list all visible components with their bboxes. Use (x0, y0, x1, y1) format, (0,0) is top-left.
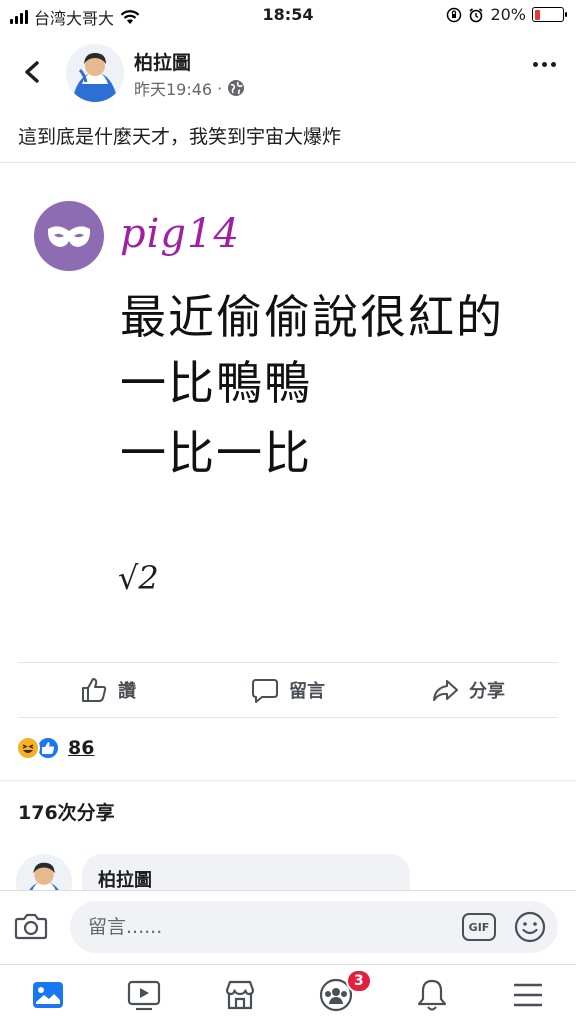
comment-composer: GIF (0, 890, 576, 964)
battery-percent: 20% (490, 5, 526, 24)
nav-groups[interactable]: 3 (288, 965, 384, 1024)
brand-label: pig14 (120, 211, 240, 257)
globe-icon (228, 80, 245, 96)
more-horizontal-icon (533, 62, 538, 67)
image-signature: √2 (118, 559, 159, 597)
menu-icon (514, 983, 542, 1006)
reaction-count[interactable]: 86 (68, 737, 94, 759)
post-header: 柏拉圖 昨天19:46 · (0, 38, 576, 110)
comment-author[interactable]: 柏拉圖 (98, 866, 152, 892)
meta-separator: · (217, 78, 223, 98)
comment-input[interactable] (88, 913, 448, 941)
avatar-image (66, 44, 124, 102)
comment-button[interactable]: 留言 (198, 663, 378, 717)
status-bar: 台湾大哥大 18:54 20% (0, 0, 576, 30)
share-label: 分享 (469, 681, 505, 702)
watch-icon (127, 980, 161, 1010)
battery-icon (532, 7, 567, 22)
more-options-button[interactable] (533, 62, 556, 67)
camera-button[interactable] (14, 911, 48, 945)
smiley-icon (514, 911, 546, 943)
thumbs-up-icon (82, 678, 107, 702)
author-avatar[interactable] (66, 44, 124, 102)
reactions-summary[interactable]: 86 (16, 736, 94, 760)
nav-marketplace[interactable] (192, 965, 288, 1024)
post-actions: 讚 留言 分享 (18, 662, 558, 718)
orientation-lock-icon (447, 7, 462, 22)
comment-field[interactable]: GIF (70, 901, 558, 953)
bottom-navigation: 3 (0, 964, 576, 1024)
haha-icon (16, 736, 40, 760)
image-line-1: 最近偷偷說很紅的 (120, 290, 504, 344)
gif-button[interactable]: GIF (462, 913, 496, 941)
marketplace-icon (225, 980, 255, 1009)
alarm-icon (469, 7, 483, 22)
chevron-left-icon (25, 61, 39, 83)
status-right: 20% (446, 5, 567, 24)
comment-label: 留言 (289, 681, 325, 702)
divider (0, 780, 576, 781)
share-count[interactable]: 176次分享 (18, 798, 115, 825)
image-line-3: 一比一比 (120, 426, 312, 480)
post-timestamp[interactable]: 昨天19:46 (134, 76, 212, 100)
emoji-button[interactable] (514, 911, 546, 947)
like-button[interactable]: 讚 (18, 663, 198, 717)
nav-menu[interactable] (480, 965, 576, 1024)
image-line-2: 一比鴨鴨 (120, 356, 312, 410)
camera-icon (14, 913, 48, 940)
like-label: 讚 (118, 681, 136, 702)
back-button[interactable] (14, 54, 50, 90)
nav-watch[interactable] (96, 965, 192, 1024)
post-caption: 這到底是什麼天才，我笑到宇宙大爆炸 (18, 126, 342, 148)
post-meta: 昨天19:46 · (134, 76, 245, 100)
share-button[interactable]: 分享 (378, 663, 558, 717)
share-arrow-icon (433, 680, 458, 701)
groups-badge: 3 (346, 969, 372, 993)
author-name[interactable]: 柏拉圖 (134, 48, 191, 75)
mask-logo-icon (34, 201, 104, 271)
nav-notifications[interactable] (384, 965, 480, 1024)
comment-bubble-icon (252, 679, 278, 703)
news-feed-icon (33, 981, 63, 1008)
battery-level (534, 9, 540, 20)
nav-news-feed[interactable] (0, 965, 96, 1024)
post-image[interactable]: pig14 最近偷偷說很紅的 一比鴨鴨 一比一比 √2 (0, 162, 576, 648)
notifications-icon (417, 979, 447, 1011)
